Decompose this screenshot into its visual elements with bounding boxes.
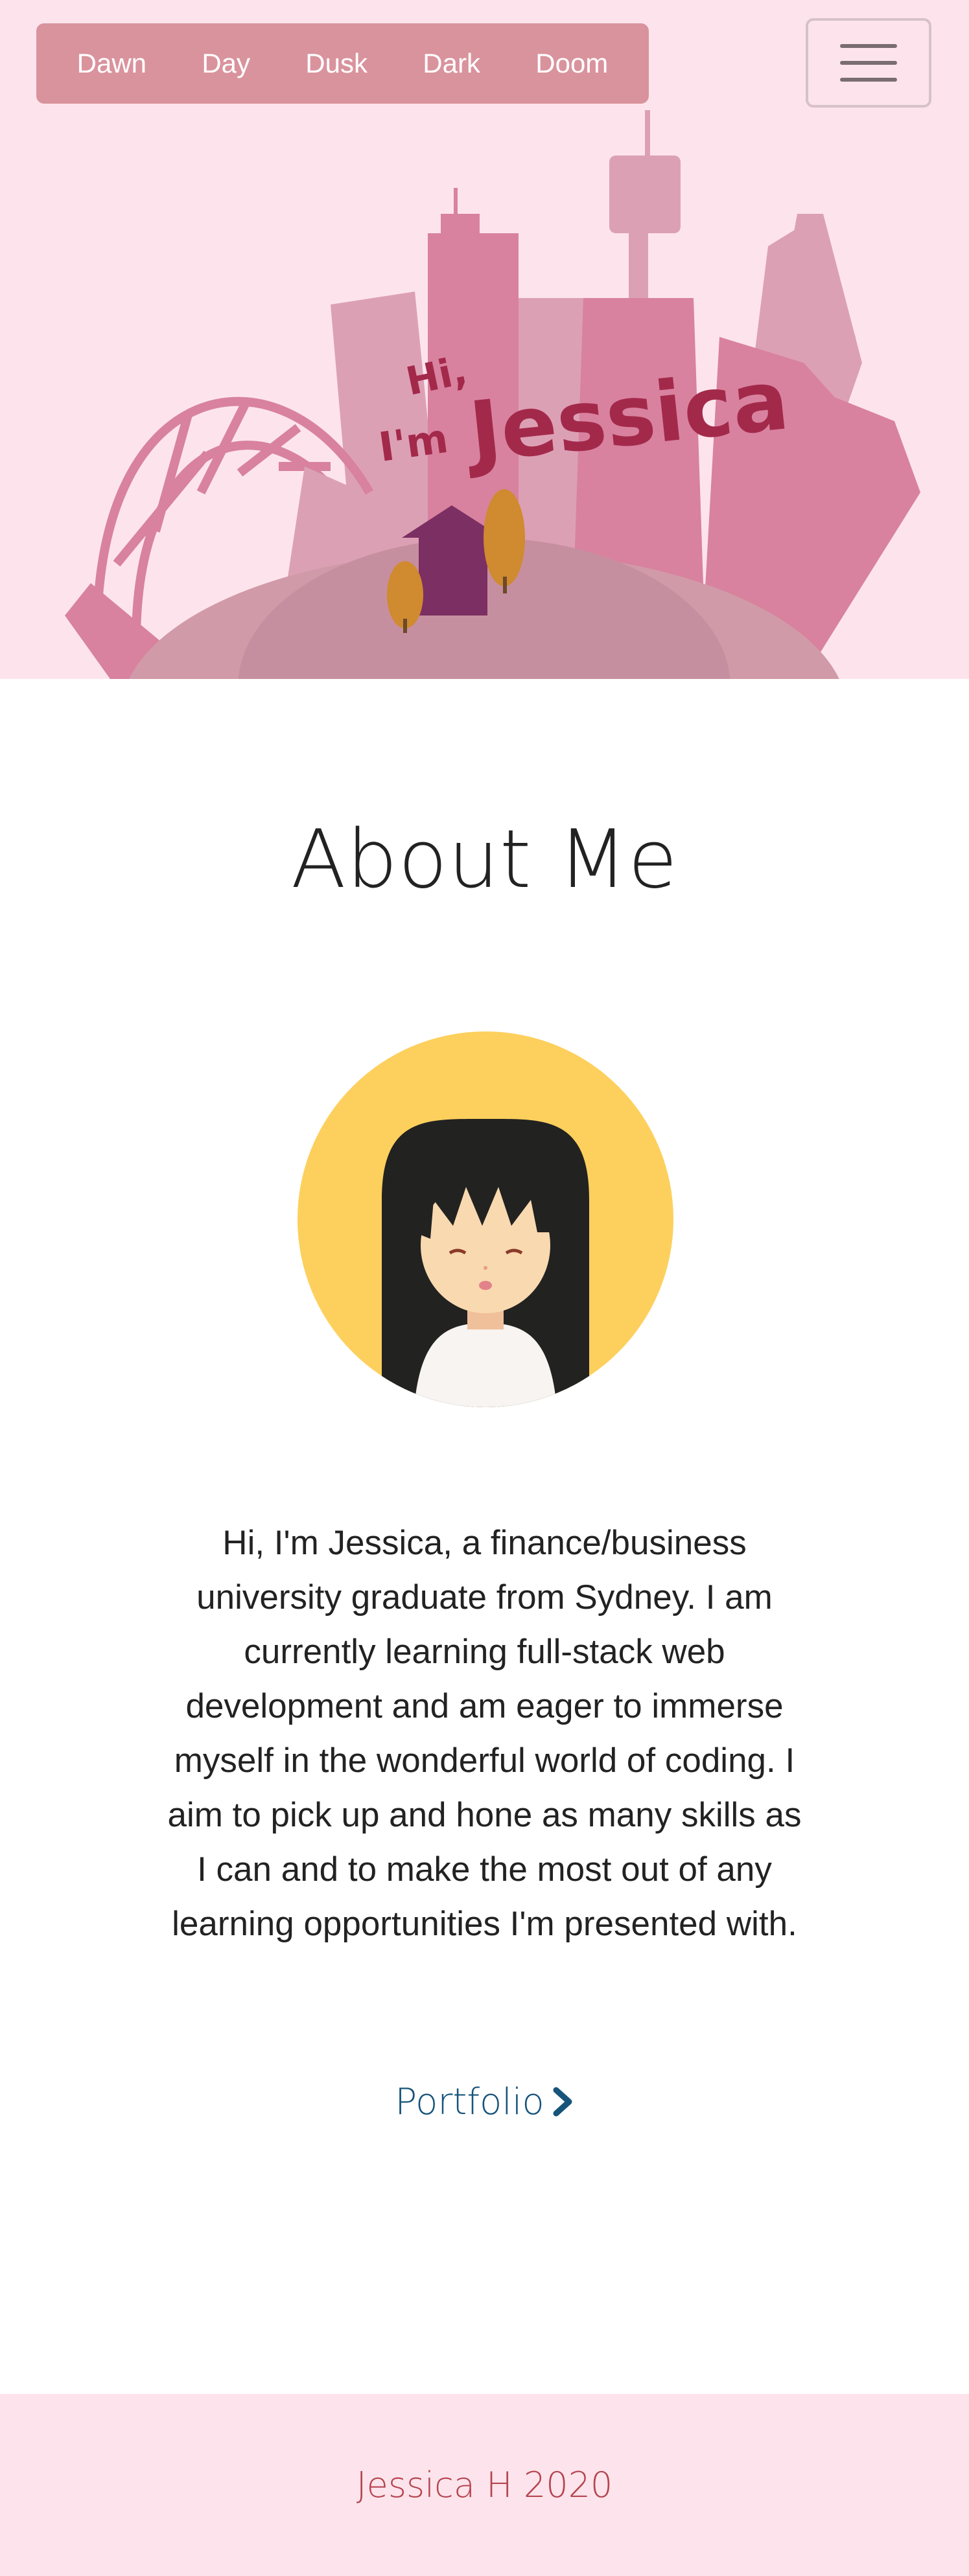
theme-dark-button[interactable]: Dark (414, 41, 489, 86)
portfolio-link[interactable]: Portfolio (0, 2081, 969, 2123)
about-title: About Me (290, 813, 679, 906)
bio-text: Hi, I'm Jessica, a finance/business univ… (167, 1524, 802, 1943)
theme-switcher: Dawn Day Dusk Dark Doom (36, 23, 649, 104)
theme-doom-button[interactable]: Doom (526, 41, 617, 86)
portfolio-link-label: Portfolio (395, 2081, 544, 2123)
greeting-line2: I'm (376, 415, 451, 471)
hero-banner: Hi, I'm Jessica Dawn Day Dusk Dark Doom (0, 0, 969, 679)
theme-dusk-button[interactable]: Dusk (296, 41, 377, 86)
menu-toggle-button[interactable] (806, 18, 931, 108)
avatar (298, 1031, 673, 1407)
footer-copyright: Jessica H 2020 (356, 2465, 613, 2505)
footer: Jessica H 2020 (0, 2394, 969, 2576)
theme-dawn-button[interactable]: Dawn (68, 41, 156, 86)
hamburger-icon (840, 44, 897, 48)
theme-day-button[interactable]: Day (193, 41, 259, 86)
chevron-right-icon (553, 2087, 572, 2117)
